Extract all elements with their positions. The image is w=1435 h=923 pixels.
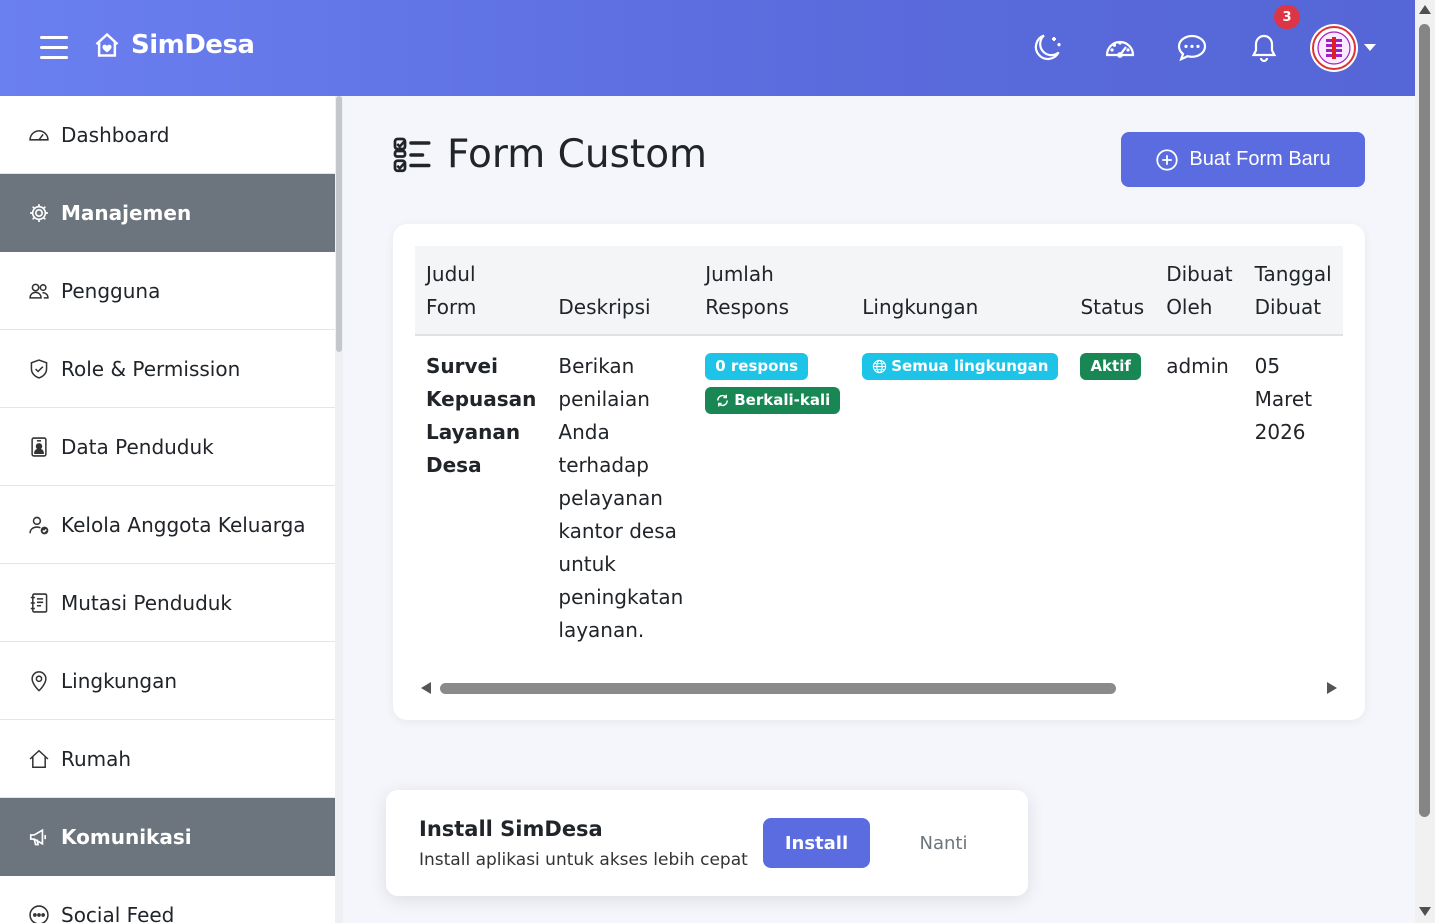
scroll-down-icon[interactable] (1419, 907, 1431, 916)
sidebar-item-kelola-anggota-keluarga[interactable]: Kelola Anggota Keluarga (0, 486, 335, 564)
page-header: Form Custom (393, 132, 707, 177)
sidebar-item-label: Role & Permission (61, 356, 241, 381)
column-header-dibuat-oleh[interactable]: Dibuat Oleh (1155, 246, 1244, 336)
form-table: Judul Form Deskripsi Jumlah Respons Lingku… (415, 246, 1343, 656)
house-icon (27, 747, 51, 771)
cell-jumlah-respons: 0 respons Berkali-kali (694, 335, 852, 656)
megaphone-icon (27, 825, 51, 849)
gear-icon (27, 201, 51, 225)
sidebar-item-dashboard[interactable]: Dashboard (0, 96, 335, 174)
notification-badge: 3 (1274, 5, 1300, 29)
sidebar-item-role-permission[interactable]: Role & Permission (0, 330, 335, 408)
install-title: Install SimDesa (419, 817, 603, 841)
scroll-right-icon[interactable] (1327, 682, 1337, 694)
table-scroll-area[interactable]: Judul Form Deskripsi Jumlah Respons Lingku… (415, 246, 1343, 656)
sidebar-section-label: Manajemen (61, 201, 192, 225)
moon-stars-icon[interactable] (1030, 30, 1066, 66)
frequency-label: Berkali-kali (734, 391, 831, 409)
chat-dots-icon (27, 903, 51, 923)
column-header-lingkungan[interactable]: Lingkungan (851, 246, 1070, 336)
later-button[interactable]: Nanti (896, 818, 991, 868)
responses-badge[interactable]: 0 respons (705, 353, 809, 380)
person-badge-icon (27, 435, 51, 459)
sidebar-section-label: Komunikasi (61, 825, 192, 849)
install-button[interactable]: Install (763, 818, 870, 868)
page-vertical-scrollbar[interactable] (1415, 0, 1435, 923)
sidebar-item-data-penduduk[interactable]: Data Penduduk (0, 408, 335, 486)
install-prompt: Install SimDesa Install aplikasi untuk a… (386, 790, 1028, 896)
column-header-status[interactable]: Status (1069, 246, 1156, 336)
page-title: Form Custom (447, 132, 708, 177)
sidebar-item-label: Mutasi Penduduk (61, 590, 233, 615)
avatar[interactable] (1310, 24, 1358, 72)
globe-icon (873, 359, 887, 374)
install-subtitle: Install aplikasi untuk akses lebih cepat (419, 850, 748, 870)
cell-judul: Survei Kepuasan Layanan Desa (415, 335, 548, 656)
speedometer-icon[interactable] (1102, 30, 1138, 66)
brand-link[interactable]: SimDesa (93, 30, 255, 60)
column-header-judul[interactable]: Judul Form (415, 246, 548, 336)
chat-dots-icon[interactable] (1174, 30, 1210, 66)
ui-checks-icon (393, 137, 431, 172)
frequency-badge: Berkali-kali (705, 387, 841, 414)
people-icon (27, 279, 51, 303)
scroll-up-icon[interactable] (1419, 5, 1431, 14)
sidebar-item-label: Lingkungan (61, 668, 178, 693)
cell-tanggal: 05 Maret 2026 (1243, 335, 1343, 656)
house-heart-icon (95, 32, 119, 57)
sidebar: Dashboard Manajemen Pengguna Role & Perm… (0, 96, 335, 923)
create-form-label: Buat Form Baru (1189, 148, 1331, 170)
status-badge: Aktif (1080, 353, 1141, 380)
form-table-card: Judul Form Deskripsi Jumlah Respons Lingku… (393, 224, 1365, 720)
cell-status: Aktif (1069, 335, 1156, 656)
sidebar-section-manajemen[interactable]: Manajemen (0, 174, 335, 252)
table-header-row: Judul Form Deskripsi Jumlah Respons Lingku… (415, 246, 1343, 336)
create-form-button[interactable]: Buat Form Baru (1121, 132, 1365, 187)
sidebar-item-pengguna[interactable]: Pengguna (0, 252, 335, 330)
sidebar-item-label: Rumah (61, 746, 132, 771)
cell-dibuat-oleh: admin (1155, 335, 1244, 656)
sidebar-item-label: Kelola Anggota Keluarga (61, 512, 306, 537)
horizontal-scroll-thumb[interactable] (440, 683, 1116, 694)
chevron-down-icon[interactable] (1364, 44, 1376, 51)
sidebar-item-label: Pengguna (61, 278, 161, 303)
menu-toggle-icon[interactable] (40, 36, 68, 60)
top-navbar: SimDesa 3 (0, 0, 1415, 96)
column-header-deskripsi[interactable]: Deskripsi (547, 246, 695, 336)
bell-icon[interactable] (1246, 30, 1282, 66)
column-header-tanggal-dibuat[interactable]: Tanggal Dibuat (1243, 246, 1343, 336)
shield-check-icon (27, 357, 51, 381)
person-check-icon (27, 513, 51, 537)
environment-badge: Semua lingkungan (862, 353, 1059, 380)
speedometer-icon (27, 123, 51, 147)
table-row: Survei Kepuasan Layanan Desa Berikan pen… (415, 335, 1343, 656)
sidebar-item-social-feed[interactable]: Social Feed (0, 876, 335, 923)
brand-name: SimDesa (131, 30, 255, 60)
environment-label: Semua lingkungan (891, 357, 1049, 375)
scroll-left-icon[interactable] (421, 682, 431, 694)
sidebar-item-label: Data Penduduk (61, 434, 214, 459)
sidebar-item-label: Social Feed (61, 902, 175, 923)
sidebar-item-lingkungan[interactable]: Lingkungan (0, 642, 335, 720)
sidebar-item-mutasi-penduduk[interactable]: Mutasi Penduduk (0, 564, 335, 642)
cell-lingkungan: Semua lingkungan (851, 335, 1070, 656)
sidebar-section-komunikasi[interactable]: Komunikasi (0, 798, 335, 876)
sidebar-item-label: Dashboard (61, 122, 170, 147)
vertical-scroll-thumb[interactable] (1419, 24, 1430, 817)
sidebar-scrollbar-thumb[interactable] (336, 96, 342, 352)
arrow-repeat-icon (717, 394, 729, 407)
column-header-jumlah-respons[interactable]: Jumlah Respons (694, 246, 852, 336)
cell-deskripsi: Berikan penilaian Anda terhadap pelayana… (547, 335, 695, 656)
plus-circle-icon (1155, 148, 1179, 172)
table-horizontal-scrollbar[interactable] (415, 678, 1343, 698)
geo-alt-icon (27, 669, 51, 693)
journal-text-icon (27, 591, 51, 615)
sidebar-item-rumah[interactable]: Rumah (0, 720, 335, 798)
